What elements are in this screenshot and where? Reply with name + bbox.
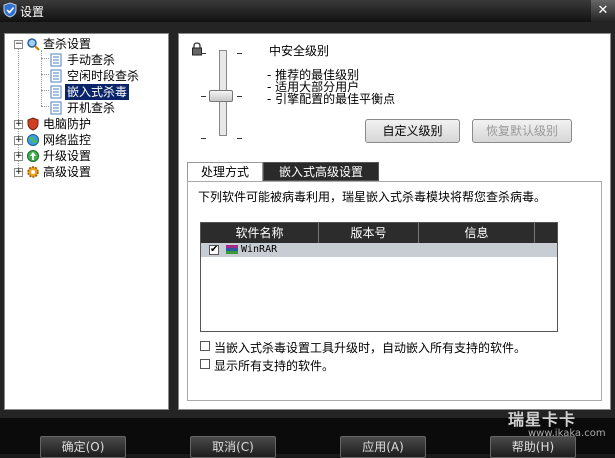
software-list[interactable]: 软件名称 版本号 信息 ✔ WinRAR [200,222,558,332]
cancel-button[interactable]: 取消(C) [190,436,276,458]
software-name: WinRAR [241,244,278,255]
security-level-title: 中安全级别 [269,44,330,58]
gear-icon [27,166,39,178]
watermark-brand: 瑞星卡卡 [508,410,577,429]
show-all-label: 显示所有支持的软件。 [214,359,335,373]
tree-item-embedded-antivirus[interactable]: 嵌入式杀毒 [5,84,165,100]
tree-item-label: 空闲时段查杀 [67,69,140,83]
document-icon [50,69,62,83]
tree-item-manual-scan[interactable]: 手动查杀 [5,52,165,68]
custom-level-button[interactable]: 自定义级别 [365,119,460,143]
settings-tree[interactable]: − 查杀设置 手动查杀 空闲时段查杀 嵌入式杀毒 开机查杀 + 电脑防护 + 网… [4,33,169,410]
apply-button[interactable]: 应用(A) [340,436,426,458]
slider-tick [237,96,242,97]
slider-tick [237,138,242,139]
expand-toggle[interactable]: + [14,168,23,177]
column-header-name[interactable]: 软件名称 [201,223,319,243]
embedded-intro-text: 下列软件可能被病毒利用，瑞星嵌入式杀毒模块将帮您查杀病毒。 [198,190,547,204]
tree-item-label: 网络监控 [43,133,92,147]
auto-embed-label: 当嵌入式杀毒设置工具升级时，自动嵌入所有支持的软件。 [214,341,527,355]
site-watermark: 瑞星卡卡 www.ikaka.com [488,404,615,450]
tab-handling-method[interactable]: 处理方式 [187,162,263,181]
tab-embedded-advanced[interactable]: 嵌入式高级设置 [263,162,379,181]
dialog-client: − 查杀设置 手动查杀 空闲时段查杀 嵌入式杀毒 开机查杀 + 电脑防护 + 网… [0,22,615,418]
tree-item-label: 查杀设置 [43,37,92,51]
expand-toggle[interactable]: + [14,152,23,161]
document-icon [50,85,62,99]
upgrade-icon [27,150,39,162]
show-all-checkbox[interactable] [200,359,210,369]
tree-item-label: 高级设置 [43,165,92,179]
shield-icon [27,117,39,131]
magnifier-search-icon [27,38,40,51]
tree-item-scan-settings[interactable]: − 查杀设置 [5,36,165,52]
expand-toggle[interactable]: + [14,136,23,145]
security-level-slider-thumb[interactable] [209,90,233,102]
winrar-checkbox[interactable]: ✔ [209,245,219,255]
document-icon [50,53,62,67]
expand-toggle[interactable]: + [14,120,23,129]
auto-embed-checkbox[interactable] [200,341,210,351]
column-header-info[interactable]: 信息 [419,223,535,243]
watermark-url: www.ikaka.com [528,428,606,439]
winrar-icon [226,245,238,254]
tree-item-label: 嵌入式杀毒 [65,84,130,100]
tree-item-boot-scan[interactable]: 开机查杀 [5,100,165,116]
tree-item-pc-protection[interactable]: + 电脑防护 [5,116,165,132]
close-button[interactable]: ✕ [591,0,615,22]
slider-tick [237,53,242,54]
globe-icon [27,134,39,146]
list-header: 软件名称 版本号 信息 [201,223,557,243]
tree-item-advanced-settings[interactable]: + 高级设置 [5,164,165,180]
slider-tick [201,53,206,54]
document-icon [50,101,62,115]
tree-item-network-monitor[interactable]: + 网络监控 [5,132,165,148]
tree-item-label: 电脑防护 [43,117,92,131]
slider-tick [201,138,206,139]
rising-logo-icon [3,2,17,18]
level-desc-line: - 引擎配置的最佳平衡点 [267,92,396,106]
restore-default-button[interactable]: 恢复默认级别 [472,119,572,143]
title-bar: 设置 ✕ [0,0,615,22]
tree-item-idle-scan[interactable]: 空闲时段查杀 [5,68,165,84]
slider-tick [201,96,206,97]
window-title: 设置 [20,5,45,19]
list-item[interactable]: ✔ WinRAR [201,243,557,257]
column-header-version[interactable]: 版本号 [319,223,419,243]
tree-item-label: 升级设置 [43,149,92,163]
embedded-tab-content: 下列软件可能被病毒利用，瑞星嵌入式杀毒模块将帮您查杀病毒。 软件名称 版本号 信… [187,181,602,401]
collapse-toggle[interactable]: − [14,40,23,49]
tree-item-upgrade-settings[interactable]: + 升级设置 [5,148,165,164]
tree-item-label: 开机查杀 [67,101,116,115]
settings-panel: 中安全级别 - 推荐的最佳级别 - 适用大部分用户 - 引擎配置的最佳平衡点 自… [178,33,611,410]
tree-item-label: 手动查杀 [67,53,116,67]
ok-button[interactable]: 确定(O) [40,436,126,458]
